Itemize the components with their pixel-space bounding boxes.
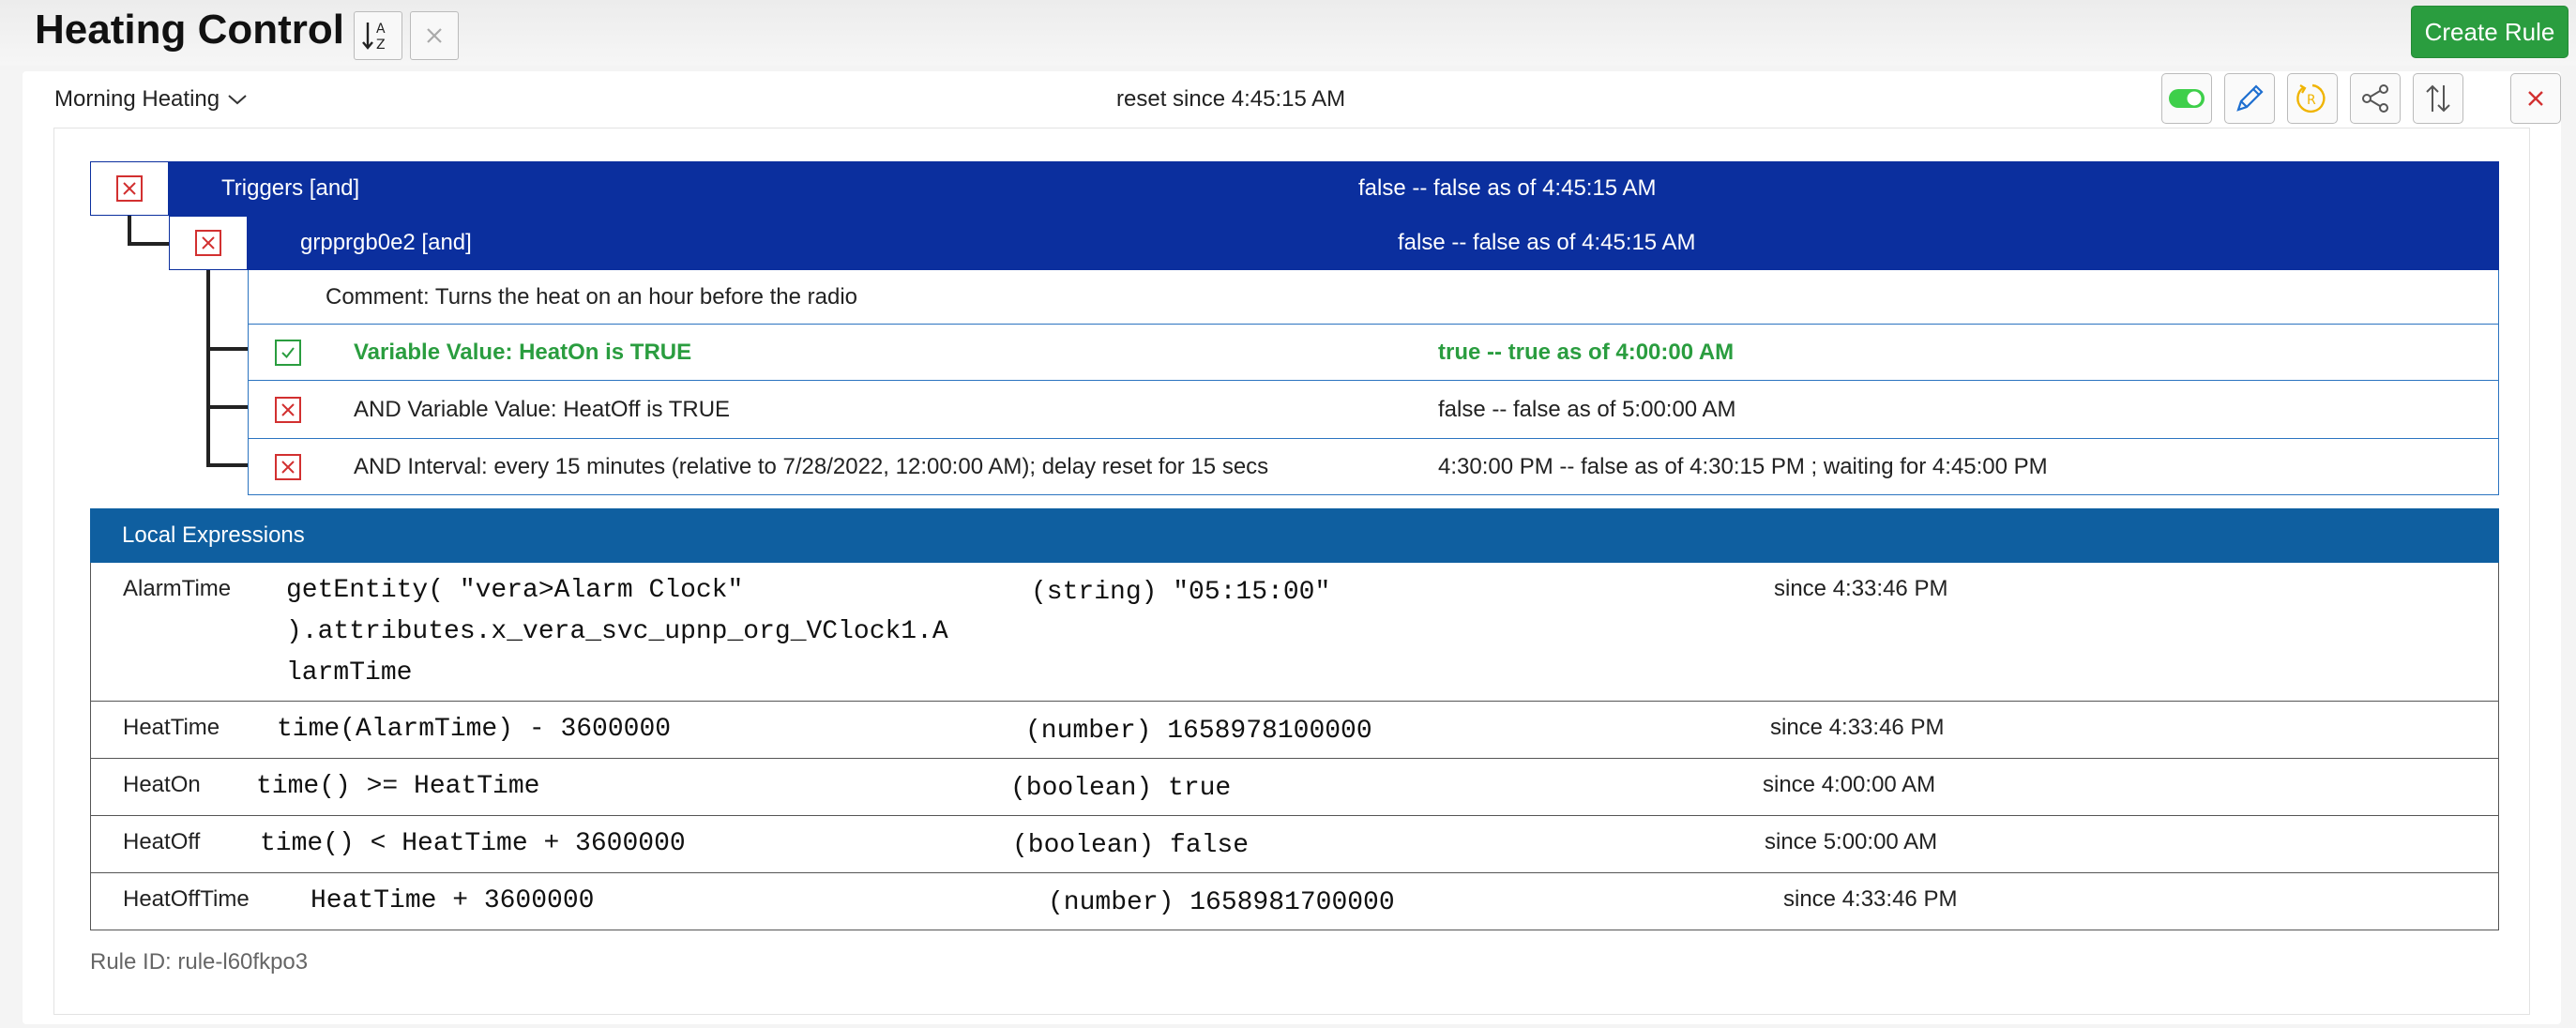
comment-text: Comment: Turns the heat on an hour befor…	[326, 283, 858, 310]
delete-trigger-button[interactable]	[116, 175, 143, 202]
rule-header: Morning Heating reset since 4:45:15 AM R	[23, 71, 2561, 128]
close-icon	[202, 236, 215, 249]
toggle-on-icon	[2169, 89, 2205, 108]
expression-text: time() >= HeatTime	[256, 766, 539, 808]
expression-line: time() >= HeatTime	[256, 772, 540, 801]
close-icon	[427, 28, 442, 43]
expression-since: since 5:00:00 AM	[1765, 829, 1938, 854]
close-icon	[123, 182, 136, 195]
enable-toggle-button[interactable]	[2161, 73, 2212, 124]
rule-name: Morning Heating	[54, 86, 220, 112]
condition-label: AND Variable Value: HeatOff is TRUE	[354, 396, 731, 422]
tree-line	[128, 216, 131, 244]
condition-state: true -- true as of 4:00:00 AM	[1438, 339, 1735, 365]
svg-text:R: R	[2307, 93, 2316, 108]
expression-value: (number) 1658978100000	[1025, 717, 1372, 746]
condition-label: AND Interval: every 15 minutes (relative…	[354, 453, 1269, 479]
close-icon	[281, 403, 295, 416]
up-down-arrows-icon	[2426, 84, 2450, 113]
condition-false-indicator	[275, 454, 301, 480]
create-rule-button[interactable]: Create Rule	[2411, 6, 2568, 58]
expression-line: larmTime	[286, 658, 413, 688]
expression-name: HeatOffTime	[123, 886, 250, 912]
expression-since: since 4:33:46 PM	[1774, 576, 1948, 601]
trigger-group[interactable]: grpprgb0e2 [and] false -- false as of 4:…	[169, 216, 2499, 270]
expression-row[interactable]: HeatOn time() >= HeatTime (boolean) true…	[90, 759, 2499, 816]
top-bar: Heating Control A Z Create Rule	[0, 0, 2576, 66]
share-icon	[2362, 84, 2388, 113]
group-label: grpprgb0e2 [and]	[300, 230, 472, 255]
svg-text:Z: Z	[376, 38, 386, 53]
condition-label: Variable Value: HeatOn is TRUE	[354, 339, 692, 365]
expression-row[interactable]: HeatOffTime HeatTime + 3600000 (number) …	[90, 873, 2499, 930]
delete-group-button[interactable]	[195, 230, 221, 256]
expression-since: since 4:00:00 AM	[1763, 772, 1936, 797]
delete-rule-button[interactable]	[2510, 73, 2561, 124]
edit-button[interactable]	[2224, 73, 2275, 124]
close-icon	[281, 461, 295, 474]
clear-button[interactable]	[410, 11, 459, 60]
expression-text: getEntity( "vera>Alarm Clock" ).attribut…	[286, 570, 948, 694]
expression-text: time(AlarmTime) - 3600000	[277, 709, 671, 750]
expression-since: since 4:33:46 PM	[1770, 715, 1945, 740]
local-expressions-header: Local Expressions	[90, 508, 2499, 563]
expression-value: (boolean) true	[1010, 774, 1232, 803]
expression-text: HeatTime + 3600000	[311, 881, 594, 922]
expression-row[interactable]: AlarmTime getEntity( "vera>Alarm Clock" …	[90, 563, 2499, 702]
check-icon	[281, 347, 295, 359]
expression-row[interactable]: HeatOff time() < HeatTime + 3600000 (boo…	[90, 816, 2499, 873]
expression-line: getEntity( "vera>Alarm Clock"	[286, 576, 744, 605]
tree-line	[128, 242, 173, 246]
trigger-group-root[interactable]: Triggers [and] false -- false as of 4:45…	[90, 161, 2499, 216]
share-button[interactable]	[2350, 73, 2401, 124]
condition-row[interactable]: Variable Value: HeatOn is TRUE true -- t…	[248, 325, 2499, 381]
trigger-state: false -- false as of 4:45:15 AM	[1358, 175, 1657, 201]
expression-since: since 4:33:46 PM	[1783, 886, 1958, 912]
trigger-label: Triggers [and]	[221, 175, 360, 201]
trigger-comment-row[interactable]: Comment: Turns the heat on an hour befor…	[248, 270, 2499, 325]
expression-value: (boolean) false	[1012, 831, 1250, 860]
tree-line	[206, 347, 248, 351]
tree-line	[206, 405, 248, 409]
svg-text:A: A	[376, 22, 386, 37]
expression-line: time(AlarmTime) - 3600000	[277, 715, 672, 744]
group-state: false -- false as of 4:45:15 AM	[1398, 230, 1696, 255]
expression-row[interactable]: HeatTime time(AlarmTime) - 3600000 (numb…	[90, 702, 2499, 759]
sort-alpha-icon: A Z	[362, 22, 386, 53]
expression-name: HeatOn	[123, 772, 201, 797]
condition-true-indicator	[275, 340, 301, 366]
expression-value: (number) 1658981700000	[1048, 888, 1395, 917]
tree-line	[206, 463, 248, 467]
reset-button[interactable]: R	[2287, 73, 2338, 124]
rule-id: Rule ID: rule-l60fkpo3	[90, 949, 309, 975]
expression-line: time() < HeatTime + 3600000	[260, 829, 686, 858]
reset-r-icon: R	[2296, 83, 2326, 113]
condition-row[interactable]: AND Variable Value: HeatOff is TRUE fals…	[248, 381, 2499, 439]
page-title: Heating Control	[35, 7, 344, 53]
pencil-icon	[2236, 84, 2264, 112]
condition-state: false -- false as of 5:00:00 AM	[1438, 396, 1736, 422]
expression-line: HeatTime + 3600000	[311, 886, 595, 915]
condition-row[interactable]: AND Interval: every 15 minutes (relative…	[248, 439, 2499, 495]
expression-value: (string) "05:15:00"	[1031, 578, 1331, 607]
rule-status: reset since 4:45:15 AM	[1116, 86, 1346, 112]
condition-state: 4:30:00 PM -- false as of 4:30:15 PM ; w…	[1438, 453, 2048, 479]
chevron-down-icon	[228, 95, 247, 105]
expression-text: time() < HeatTime + 3600000	[260, 824, 686, 865]
expression-line: ).attributes.x_vera_svc_upnp_org_VClock1…	[286, 617, 948, 646]
rule-name-dropdown[interactable]: Morning Heating	[54, 86, 248, 113]
condition-false-indicator	[275, 397, 301, 423]
expression-name: HeatOff	[123, 829, 201, 854]
reorder-button[interactable]	[2413, 73, 2463, 124]
tree-line	[206, 270, 210, 467]
sort-button[interactable]: A Z	[354, 11, 402, 60]
expression-name: AlarmTime	[123, 576, 232, 601]
expression-name: HeatTime	[123, 715, 220, 740]
close-icon	[2528, 91, 2543, 106]
